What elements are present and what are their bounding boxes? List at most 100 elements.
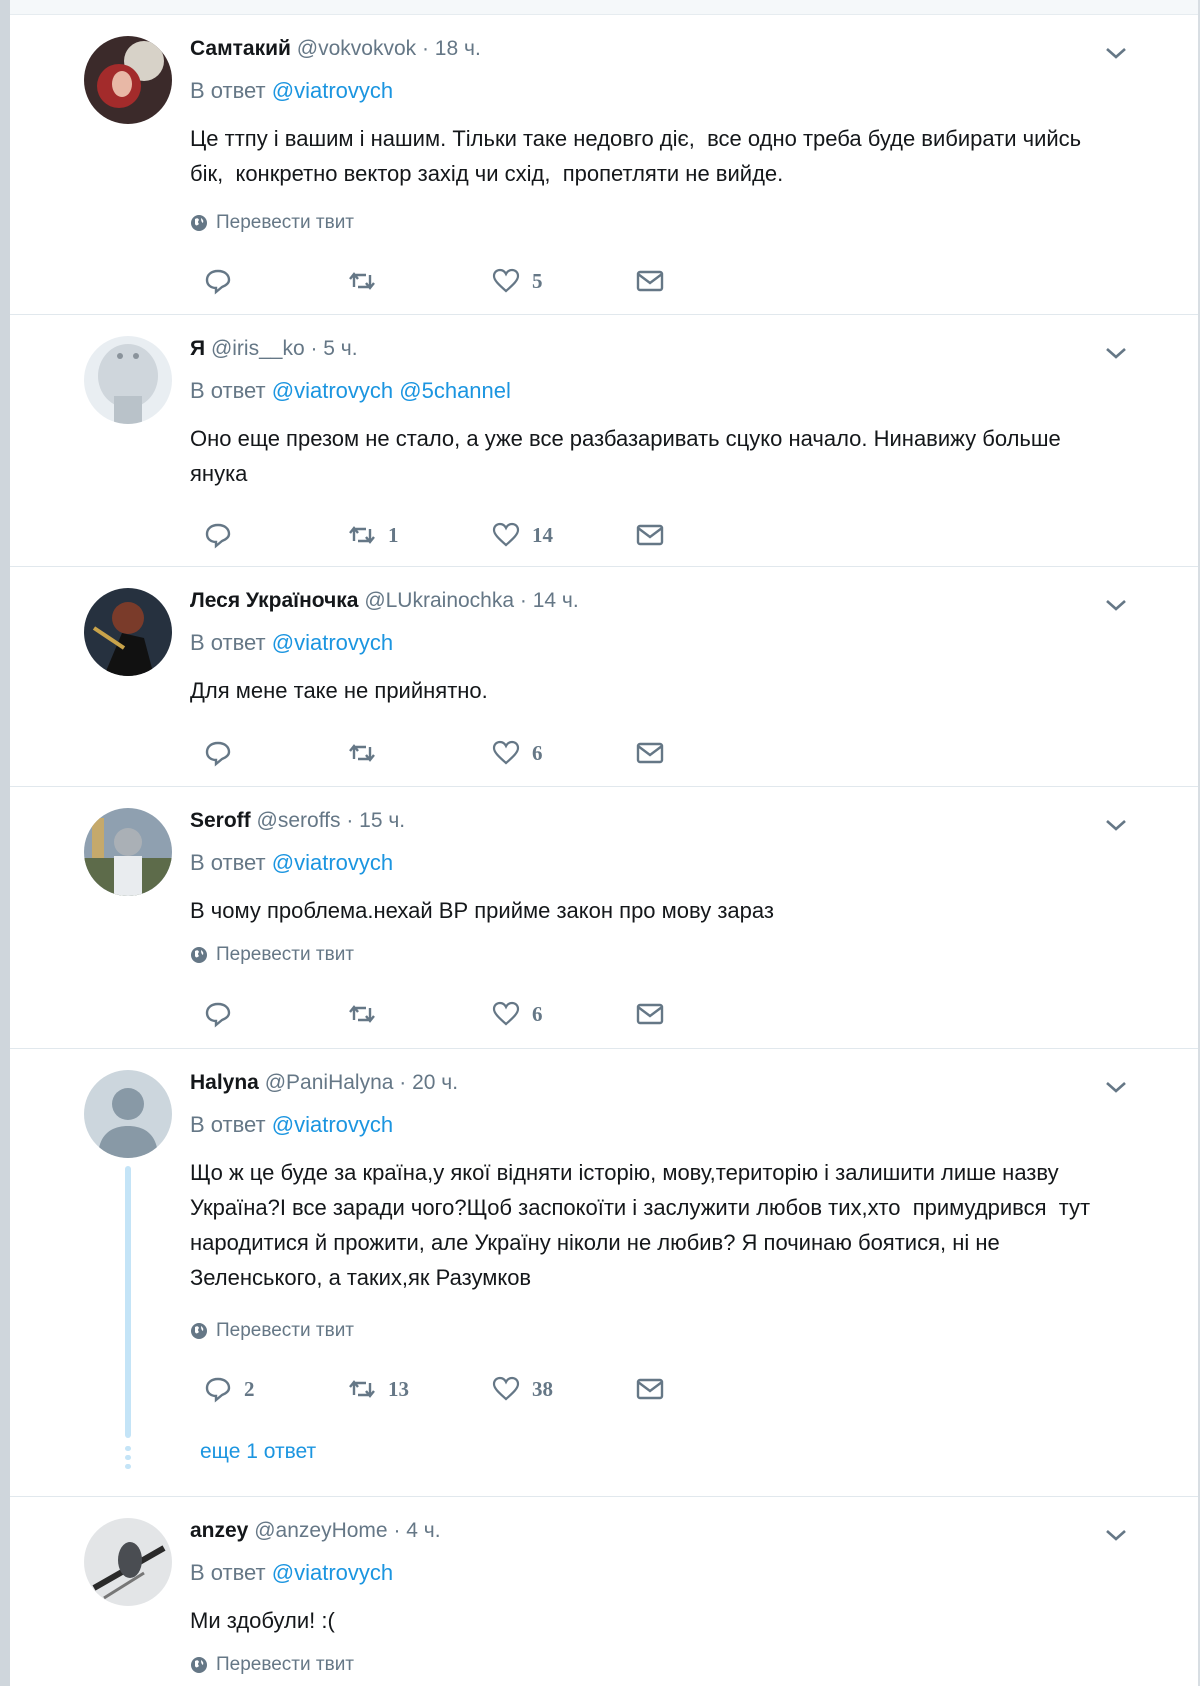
translate-label: Перевести твит — [216, 212, 355, 233]
like-button[interactable]: 14 — [492, 520, 553, 550]
translate-tweet-link[interactable]: Перевести твит — [190, 212, 354, 234]
reply-prefix: В ответ — [190, 378, 266, 403]
user-handle[interactable]: @PaniHalyna — [265, 1071, 394, 1094]
heart-icon — [492, 522, 520, 547]
mention-link[interactable]: @viatrovych — [272, 78, 393, 103]
chevron-down-icon[interactable] — [1104, 1078, 1128, 1096]
reply-to-line: В ответ @viatrovych — [190, 1112, 393, 1138]
tweet-header: Halyna @PaniHalyna · 20 ч. — [190, 1069, 458, 1097]
translate-tweet-link[interactable]: Перевести твит — [190, 944, 354, 966]
avatar[interactable] — [84, 1518, 172, 1606]
tweet-actions: 2 13 38 — [190, 1374, 670, 1404]
tweet-actions: 6 — [190, 738, 670, 768]
globe-icon — [191, 215, 207, 231]
chevron-down-icon[interactable] — [1104, 816, 1128, 834]
mention-link[interactable]: @viatrovych — [272, 630, 393, 655]
reply-prefix: В ответ — [190, 78, 266, 103]
mention-link[interactable]: @viatrovych — [272, 850, 393, 875]
reply-button[interactable] — [204, 520, 244, 550]
retweet-button[interactable] — [348, 999, 388, 1029]
reply-button[interactable] — [204, 999, 244, 1029]
tweet-1[interactable]: Самтакий @vokvokvok · 18 ч. В ответ @via… — [10, 14, 1198, 315]
avatar[interactable] — [84, 808, 172, 896]
retweet-button[interactable]: 1 — [348, 520, 399, 550]
mention-link[interactable]: @viatrovych — [272, 1112, 393, 1137]
reply-to-line: В ответ @viatrovych — [190, 1560, 393, 1586]
like-count: 14 — [532, 522, 553, 547]
retweet-button[interactable] — [348, 738, 388, 768]
display-name[interactable]: Halyna — [190, 1071, 259, 1094]
direct-message-button[interactable] — [636, 1374, 664, 1404]
tweet-text: Що ж це буде за країна,у якої відняти іс… — [190, 1160, 1097, 1290]
user-handle[interactable]: @vokvokvok — [297, 37, 416, 60]
display-name[interactable]: anzey — [190, 1519, 248, 1542]
reply-icon — [205, 741, 231, 767]
display-name[interactable]: Seroff — [190, 809, 251, 832]
direct-message-button[interactable] — [636, 520, 664, 550]
tweet-actions: 1 14 — [190, 520, 670, 550]
reply-button[interactable]: 2 — [204, 1374, 255, 1404]
tweet-4[interactable]: Seroff @seroffs · 15 ч. В ответ @viatrov… — [10, 786, 1198, 1049]
mention-link[interactable]: @viatrovych — [272, 378, 393, 403]
timestamp[interactable]: · 20 ч. — [399, 1071, 458, 1094]
timestamp[interactable]: · 15 ч. — [346, 809, 405, 832]
tweet-header: Я @iris__ko · 5 ч. — [190, 335, 358, 363]
timestamp[interactable]: · 4 ч. — [393, 1519, 440, 1542]
chevron-down-icon[interactable] — [1104, 596, 1128, 614]
like-button[interactable]: 6 — [492, 738, 543, 768]
show-more-replies-link[interactable]: еще 1 ответ — [200, 1440, 316, 1464]
mention-link[interactable]: @5channel — [399, 378, 511, 403]
tweet-header: Леся Україночка @LUkrainochka · 14 ч. — [190, 587, 579, 615]
user-handle[interactable]: @LUkrainochka — [364, 589, 514, 612]
user-handle[interactable]: @anzeyHome — [254, 1519, 387, 1542]
user-handle[interactable]: @iris__ko — [211, 337, 305, 360]
avatar[interactable] — [84, 1070, 172, 1158]
retweet-button[interactable] — [348, 266, 388, 296]
tweet-actions: 6 — [190, 999, 670, 1029]
reply-button[interactable] — [204, 738, 244, 768]
reply-timeline: Самтакий @vokvokvok · 18 ч. В ответ @via… — [10, 0, 1198, 1686]
display-name[interactable]: Леся Україночка — [190, 589, 358, 612]
retweet-icon — [349, 1380, 375, 1398]
envelope-icon — [636, 270, 664, 292]
retweet-count: 1 — [388, 522, 399, 547]
chevron-down-icon[interactable] — [1104, 44, 1128, 62]
mention-link[interactable]: @viatrovych — [272, 1560, 393, 1585]
tweet-2[interactable]: Я @iris__ko · 5 ч. В ответ @viatrovych @… — [10, 314, 1198, 567]
retweet-icon — [349, 744, 375, 762]
direct-message-button[interactable] — [636, 266, 664, 296]
reply-button[interactable] — [204, 266, 244, 296]
heart-icon — [492, 1376, 520, 1401]
like-count: 38 — [532, 1376, 553, 1401]
direct-message-button[interactable] — [636, 738, 664, 768]
globe-icon — [191, 947, 207, 963]
tweet-text: Для мене таке не прийнятно. — [190, 678, 488, 703]
tweet-text: Оно еще презом не стало, а уже все разба… — [190, 426, 1067, 486]
direct-message-button[interactable] — [636, 999, 664, 1029]
timestamp[interactable]: · 14 ч. — [520, 589, 579, 612]
like-button[interactable]: 5 — [492, 266, 543, 296]
timestamp[interactable]: · 5 ч. — [310, 337, 357, 360]
avatar[interactable] — [84, 36, 172, 124]
tweet-3[interactable]: Леся Україночка @LUkrainochka · 14 ч. В … — [10, 566, 1198, 787]
thread-connector-line — [125, 1166, 131, 1438]
like-button[interactable]: 38 — [492, 1374, 553, 1404]
translate-tweet-link[interactable]: Перевести твит — [190, 1320, 354, 1342]
display-name[interactable]: Я — [190, 337, 205, 360]
chevron-down-icon[interactable] — [1104, 1526, 1128, 1544]
display-name[interactable]: Самтакий — [190, 37, 291, 60]
tweet-header: Самтакий @vokvokvok · 18 ч. — [190, 35, 481, 63]
chevron-down-icon[interactable] — [1104, 344, 1128, 362]
user-handle[interactable]: @seroffs — [257, 809, 341, 832]
timestamp[interactable]: · 18 ч. — [422, 37, 481, 60]
translate-tweet-link[interactable]: Перевести твит — [190, 1654, 354, 1676]
avatar[interactable] — [84, 588, 172, 676]
reply-icon — [205, 523, 231, 549]
tweet-6[interactable]: anzey @anzeyHome · 4 ч. В ответ @viatrov… — [10, 1496, 1198, 1686]
retweet-button[interactable]: 13 — [348, 1374, 409, 1404]
like-count: 6 — [532, 740, 543, 765]
globe-icon — [191, 1657, 207, 1673]
like-button[interactable]: 6 — [492, 999, 543, 1029]
tweet-5[interactable]: Halyna @PaniHalyna · 20 ч. В ответ @viat… — [10, 1048, 1198, 1497]
avatar[interactable] — [84, 336, 172, 424]
